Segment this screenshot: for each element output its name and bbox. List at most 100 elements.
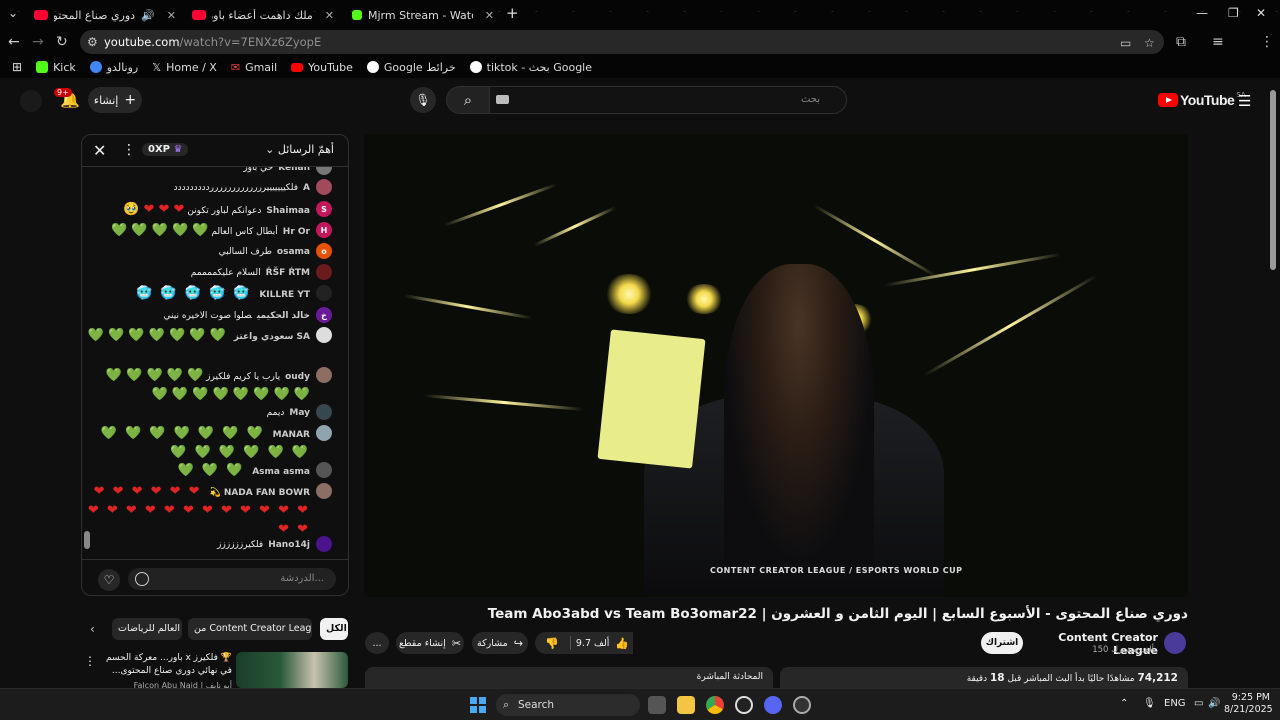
keyboard-icon[interactable] xyxy=(496,95,509,104)
chip-esports-world-cup[interactable]: كأس العالم للرياضات xyxy=(112,618,182,640)
heart-reaction-button[interactable]: ♡ xyxy=(98,569,120,591)
chrome-icon[interactable] xyxy=(706,696,724,714)
chat-message[interactable]: H Hr Or أبطال كاس العالم 💚 💚 💚 💚 💚 xyxy=(87,222,332,241)
chat-message[interactable]: خ خالد الحكيمي صلوا صوت الاخيره نيني xyxy=(87,307,332,325)
bookmark-kick[interactable]: Kick xyxy=(36,61,76,74)
youtube-logo[interactable]: YouTube SA xyxy=(1158,91,1246,108)
reading-list-icon[interactable]: ≡ xyxy=(1212,34,1224,50)
restore-icon[interactable]: ❐ xyxy=(1228,6,1239,20)
windows-start-icon[interactable] xyxy=(470,697,486,713)
cast-icon[interactable]: ▭ xyxy=(1120,36,1131,50)
channel-avatar[interactable] xyxy=(1164,632,1186,654)
close-tab-icon[interactable]: ✕ xyxy=(325,9,334,22)
viewer-count-box[interactable]: 74,212 مشاهدًا حاليًا بدأ البث المباشر ق… xyxy=(780,667,1188,689)
chat-message[interactable]: NADA FAN BOWR 💫 ❤ ❤ ❤ ❤ ❤ ❤ ❤ ❤ ❤ ❤ ❤ ❤ … xyxy=(87,483,332,540)
chat-author-avatar[interactable] xyxy=(316,167,332,175)
menu-hamburger-icon[interactable]: ☰ xyxy=(1238,92,1251,110)
task-view-icon[interactable] xyxy=(648,696,666,714)
chat-message[interactable]: KILLRE YT 🥶 🥶 🥶 🥶 🥶 xyxy=(87,285,332,304)
apps-grid-icon[interactable]: ⊞ xyxy=(12,60,22,74)
chat-author-name[interactable]: KILLRE YT xyxy=(259,290,310,300)
chat-message[interactable]: MANAR 💚 💚 💚 💚 💚 💚 💚 💚 💚 💚 💚 💚 💚 xyxy=(87,425,332,463)
search-input[interactable]: بحث xyxy=(489,86,847,114)
chat-author-name[interactable]: osama xyxy=(277,247,310,257)
bookmark-star-icon[interactable]: ☆ xyxy=(1144,36,1155,50)
related-video-title[interactable]: 🏆 فلكيرز x باور... معركة الحسم في نهائي … xyxy=(94,652,232,678)
chat-author-name[interactable]: Kenan xyxy=(278,167,310,173)
video-player[interactable]: CONTENT CREATOR LEAGUE / ESPORTS WORLD C… xyxy=(364,134,1188,597)
chat-author-avatar[interactable] xyxy=(316,327,332,343)
taskbar-search[interactable]: ⌕ Search xyxy=(496,694,640,716)
chat-author-name[interactable]: ŔŠF ŔTM xyxy=(266,268,310,278)
chat-author-name[interactable]: NADA FAN BOWR 💫 xyxy=(209,488,310,498)
app-icon[interactable] xyxy=(735,696,753,714)
minimize-icon[interactable]: — xyxy=(1196,6,1208,20)
chat-message[interactable]: S Shaimaa دعوانكم لباور تكونن ❤ ❤ ❤ 🥹 xyxy=(87,201,332,220)
chip-from-channel[interactable]: من Content Creator League xyxy=(188,618,312,640)
chat-author-avatar[interactable]: خ xyxy=(316,307,332,323)
chat-author-avatar[interactable] xyxy=(316,264,332,280)
close-window-icon[interactable]: ✕ xyxy=(1256,6,1266,20)
address-bar[interactable]: ⚙ youtube.com/watch?v=7ENXz6ZyopE ▭ ☆ xyxy=(80,30,1164,54)
emoji-icon[interactable] xyxy=(135,572,149,586)
extensions-icon[interactable]: ⧉ xyxy=(1176,34,1186,50)
chat-author-name[interactable]: Shaimaa xyxy=(266,206,310,216)
chat-author-name[interactable]: Asma asma xyxy=(252,467,310,477)
chat-message[interactable]: May ديمم xyxy=(87,404,332,422)
live-chat-info-box[interactable]: المحادثة المباشرة xyxy=(365,667,773,689)
chat-author-avatar[interactable] xyxy=(316,425,332,441)
page-scrollbar[interactable] xyxy=(1270,90,1276,270)
related-more-icon[interactable]: ⋮ xyxy=(84,654,96,668)
chat-author-avatar[interactable] xyxy=(316,483,332,499)
chat-author-name[interactable]: MANAR xyxy=(273,430,310,440)
browser-tab-3[interactable]: Mjrm Stream - Watch Live on K ✕ xyxy=(344,4,502,26)
chevron-left-icon[interactable]: ‹ xyxy=(90,622,95,636)
browser-menu-icon[interactable]: ⋮ xyxy=(1260,34,1274,50)
clip-button[interactable]: إنشاء مقطع ✂ xyxy=(396,632,464,654)
dislike-button[interactable]: 👎 xyxy=(535,632,569,654)
new-tab-icon[interactable]: + xyxy=(506,4,519,22)
chat-message[interactable]: oudyيارب يا كريم فلكيرز 💚 💚 💚 💚 💚 💚 💚 💚 … xyxy=(87,367,332,405)
back-icon[interactable]: ← xyxy=(8,34,20,50)
close-tab-icon[interactable]: ✕ xyxy=(485,9,494,22)
related-video-thumbnail[interactable] xyxy=(236,652,348,688)
chat-author-avatar[interactable] xyxy=(316,285,332,301)
close-tab-icon[interactable]: ✕ xyxy=(167,9,176,22)
chat-message[interactable]: Asma asma 💚 💚 💚 xyxy=(87,462,332,481)
create-button[interactable]: إنشاء + xyxy=(88,87,142,113)
chat-author-avatar[interactable] xyxy=(316,179,332,195)
bookmark-ronaldo[interactable]: رونالدو xyxy=(89,61,138,74)
like-button[interactable]: 9.7 ألف 👍 xyxy=(572,632,633,654)
discord-icon[interactable] xyxy=(764,696,782,714)
bookmark-maps[interactable]: Google خرائط xyxy=(366,61,456,74)
chat-more-options-icon[interactable]: ⋮ xyxy=(122,142,136,158)
chat-message[interactable]: ŔŠF ŔTM السلام عليكممممم xyxy=(87,264,332,282)
chat-input[interactable]: الدردشة... xyxy=(128,568,336,590)
chat-author-avatar[interactable]: S xyxy=(316,201,332,217)
chat-message[interactable]: SA سعودي واعتز 💚 💚 💚 💚 💚 💚 💚 xyxy=(87,327,332,346)
chat-message[interactable]: Hano14j فلكيرزززززز xyxy=(87,536,332,554)
forward-icon[interactable]: → xyxy=(32,34,44,50)
chat-author-avatar[interactable]: H xyxy=(316,222,332,238)
network-icon[interactable]: ▭ xyxy=(1194,698,1203,709)
bookmark-youtube[interactable]: YouTube xyxy=(291,61,353,74)
chat-author-name[interactable]: Hano14j xyxy=(268,540,310,550)
chat-author-name[interactable]: خالد الحكيمي xyxy=(257,311,310,321)
bookmark-gmail[interactable]: ✉ Gmail xyxy=(231,61,277,74)
chat-author-name[interactable]: A xyxy=(303,183,310,193)
tray-overflow-icon[interactable]: ⌃ xyxy=(1120,698,1128,709)
system-clock[interactable]: 9:25 PM 8/21/2025 xyxy=(1224,692,1273,716)
chat-author-name[interactable]: SA سعودي واعتز xyxy=(234,332,310,342)
chat-message[interactable]: Kenan حي باور xyxy=(87,167,332,177)
xp-badge[interactable]: 0XP ♛ xyxy=(142,143,189,156)
steam-icon[interactable] xyxy=(793,696,811,714)
tab-search-icon[interactable]: ⌄ xyxy=(8,6,18,20)
bookmark-x[interactable]: 𝕏 Home / X xyxy=(152,61,217,74)
site-info-icon[interactable]: ⚙ xyxy=(87,35,98,49)
subscribe-button[interactable]: اشتراك xyxy=(981,632,1023,654)
browser-tab-2[interactable]: ملك داهمت أعضاء باور (2041) ✕ xyxy=(184,4,342,26)
chat-mode-dropdown[interactable]: ⌄ أهمّ الرسائل xyxy=(265,143,334,156)
chat-author-name[interactable]: Hr Or xyxy=(283,227,310,237)
bookmark-tiktok[interactable]: tiktok - بحث Google xyxy=(469,61,592,74)
language-indicator[interactable]: ENG xyxy=(1164,698,1186,709)
